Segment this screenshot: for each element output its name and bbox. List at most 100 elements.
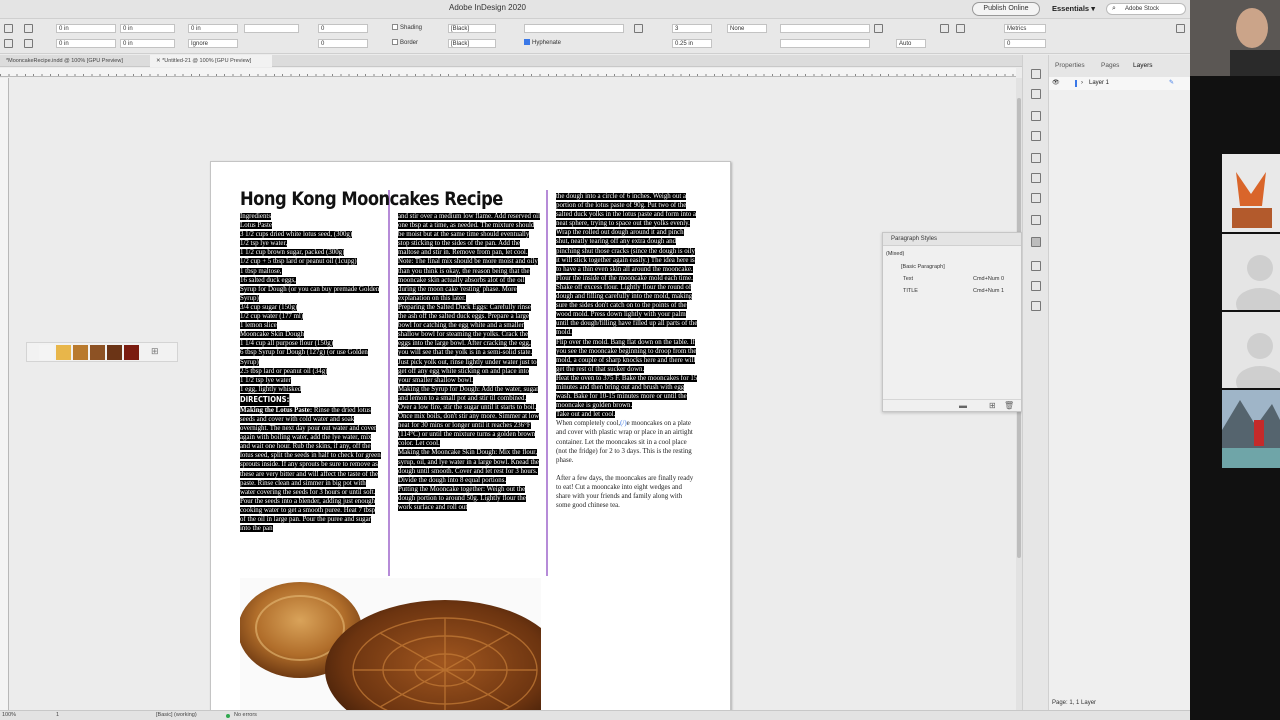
text-frame-column-1[interactable]: Ingredients Lotus Paste 3 1/2 cups dried… [240,212,382,570]
layers-icon[interactable] [1031,89,1041,99]
tracking-field[interactable]: 0 [1004,39,1046,48]
trash-icon[interactable]: 🗑 [1004,401,1014,410]
autofit-select[interactable]: Auto [896,39,926,48]
layer-color-swatch [1075,80,1077,87]
cc-libraries-icon[interactable] [1031,173,1041,183]
vertical-ruler[interactable] [0,78,9,710]
border-check [392,39,398,46]
hyphenate-checkbox[interactable]: Hyphenate [524,39,561,48]
close-icon[interactable]: ✕ [156,58,161,64]
style-item-text[interactable]: Text Cmd+Num 0 [883,274,1021,285]
first-line-indent-field[interactable]: 0 in [56,39,116,48]
mooncake-illustration [240,578,541,710]
text-frame-column-3[interactable]: the dough into a circle of 6 inches. Wei… [556,192,698,582]
horizontal-ruler[interactable] [0,68,1016,77]
tab-pages[interactable]: Pages [1101,62,1119,69]
right-indent-field[interactable]: 0 in [120,24,175,33]
pen-icon[interactable]: ✎ [1169,77,1174,90]
swatch-color[interactable] [107,345,122,360]
style-item-basic-paragraph[interactable]: [Basic Paragraph] [883,262,1021,273]
swatch-color[interactable] [39,345,54,360]
drop-cap-chars-field[interactable]: 0 [318,39,368,48]
hyperlinks-icon[interactable] [1031,301,1041,311]
column-guide [388,190,390,576]
control-panel: 0 in 0 in 0 in 0 in 0 in Ignore 0 0 Shad… [0,19,1190,54]
workspace-switcher[interactable]: Essentials ▾ [1052,4,1095,13]
mooncake-photo[interactable] [240,578,541,710]
space-after-field[interactable] [244,24,299,33]
paragraph-icon[interactable] [1031,215,1041,225]
tab-properties[interactable]: Properties [1055,62,1085,69]
style-item-title[interactable]: TITLE Cmd+Num 1 [883,286,1021,297]
page-number[interactable]: 1 [56,711,59,720]
ingredient-line: 2.5 tbsp lard or peanut oil (34g) [240,367,328,375]
last-line-indent-field[interactable]: 0 in [120,39,175,48]
tab-layers[interactable]: Layers [1133,62,1153,69]
add-swatch-icon[interactable]: ⊞ [151,346,159,357]
ingredient-line: 1/2 tsp lye water, [240,240,288,248]
glyphs-icon[interactable] [1031,281,1041,291]
eye-icon[interactable]: 👁 [1052,77,1060,90]
superscript-icon[interactable] [956,24,965,33]
shading-color-select[interactable]: [Black] [448,24,496,33]
indesign-window: { "window": { "app_title": "Adobe InDesi… [0,0,1280,720]
publish-online-button[interactable]: Publish Online [972,2,1040,16]
adobe-stock-search[interactable]: ⌕ Adobe Stock [1106,3,1186,15]
character-styles-icon[interactable] [1031,261,1041,271]
paragraph: Flour the inside of the mooncake mold ea… [556,274,698,337]
character-icon[interactable] [1031,193,1041,203]
lotus-step-heading: Making the Lotus Paste: [240,406,313,414]
left-indent-field[interactable]: 0 in [56,24,116,33]
shading-checkbox[interactable]: Shading [392,24,422,33]
span-columns-select[interactable]: None [727,24,767,33]
new-style-icon[interactable]: ⊞ [989,401,996,410]
space-before-field[interactable]: 0 in [188,24,238,33]
kerning-select[interactable]: Metrics [1004,24,1046,33]
layer-row[interactable]: 👁 › Layer 1 ✎ [1049,77,1191,90]
ingredient-line: 1 1/2 tsp lye water [240,376,291,384]
paragraph-styles-icon[interactable] [1031,237,1041,247]
swatch-color[interactable] [56,345,71,360]
lotus-heading: Lotus Paste [240,222,272,230]
paragraph: Flip over the mold. Bang flat down on th… [556,338,697,373]
zoom-level[interactable]: 100% [2,711,16,720]
drop-cap-lines-field[interactable]: 0 [318,24,368,33]
links-icon[interactable] [1031,111,1041,121]
swatch-color[interactable] [124,345,139,360]
columns-field[interactable]: 3 [672,24,712,33]
recipe-title[interactable]: Hong Kong Mooncakes Recipe [240,188,503,210]
paragraph: Heat the oven to 375 F. Bake the mooncak… [556,374,698,410]
panel-icon-strip [1022,55,1048,710]
stroke-icon[interactable] [1031,131,1041,141]
preflight-status[interactable]: No errors [234,711,257,720]
chevron-right-icon[interactable]: › [1081,77,1083,90]
text-frame-options-icon[interactable] [874,24,883,33]
justify-icon[interactable] [24,39,33,48]
bullet-select[interactable] [524,24,624,33]
menu-icon[interactable] [1031,69,1041,79]
gutter-field[interactable]: 0.25 in [672,39,712,48]
uppercase-icon[interactable] [940,24,949,33]
align-left-icon[interactable] [4,24,13,33]
tab-mooncake-recipe[interactable]: *MooncakeRecipe.indd @ 100% [GPU Preview… [0,55,148,67]
gear-icon[interactable] [1176,24,1185,33]
font-size-field[interactable] [780,39,870,48]
paragraph-styles-title[interactable]: Paragraph Styles [883,233,1021,246]
tab-untitled-21[interactable]: ✕ *Untitled-21 @ 100% [GPU Preview] [150,55,272,67]
border-color-select[interactable]: [Black] [448,39,496,48]
style-name: TITLE [903,288,918,294]
align-right-icon[interactable] [24,24,33,33]
swatches-icon[interactable] [1031,153,1041,163]
paragraph-styles-panel: Paragraph Styles (Mixed) [Basic Paragrap… [882,232,1022,412]
text-frame-column-2[interactable]: and stir over a medium low flame. Add re… [398,212,540,570]
align-to-grid-select[interactable]: Ignore [188,39,238,48]
new-folder-icon[interactable]: ▬ [959,401,967,410]
align-center-icon[interactable] [4,39,13,48]
ingredient-line: Mooncake Skin Dough [240,331,304,339]
swatch-color[interactable] [73,345,88,360]
character-style-select[interactable] [780,24,870,33]
swatch-color[interactable] [90,345,105,360]
layer-name: Layer 1 [1089,80,1110,86]
border-checkbox[interactable]: Border [392,39,418,48]
columns-icon[interactable] [634,24,643,33]
